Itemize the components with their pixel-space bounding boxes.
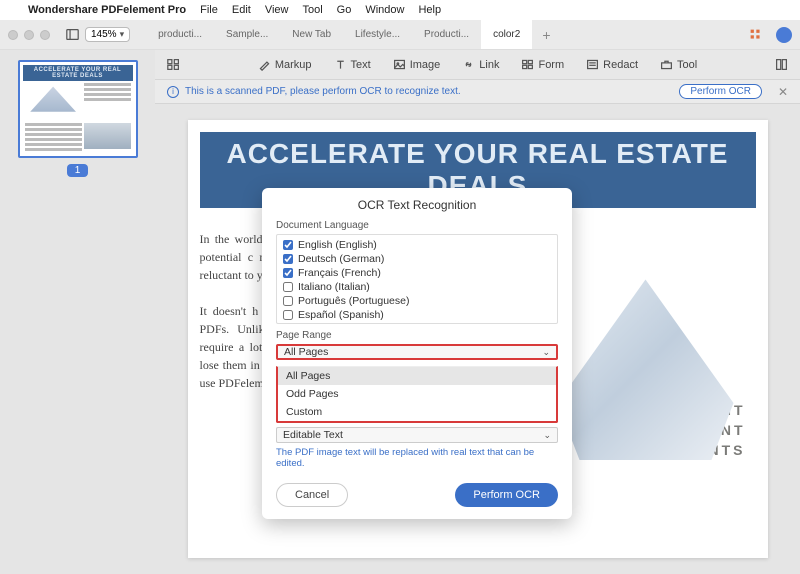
cb-italian[interactable] <box>283 282 293 292</box>
zoom-select[interactable]: 145%▾ <box>85 27 130 42</box>
tab-4[interactable]: Producti... <box>412 20 481 49</box>
cb-french[interactable] <box>283 268 293 278</box>
info-icon: i <box>167 86 179 98</box>
chevron-down-icon: ⌄ <box>542 347 550 358</box>
form-icon <box>521 58 534 71</box>
language-label: Document Language <box>276 220 558 231</box>
close-notice-button[interactable]: ✕ <box>778 85 788 99</box>
traffic-lights <box>8 30 50 40</box>
tool-tool[interactable]: Tool <box>660 58 697 71</box>
tool-image[interactable]: Image <box>393 58 441 71</box>
tab-2[interactable]: New Tab <box>280 20 343 49</box>
chevron-down-icon: ▾ <box>120 29 125 40</box>
app-name[interactable]: Wondershare PDFelement Pro <box>28 4 186 16</box>
menu-file[interactable]: File <box>200 4 218 16</box>
cancel-button[interactable]: Cancel <box>276 483 348 507</box>
output-type-select[interactable]: Editable Text ⌄ <box>276 427 558 443</box>
cb-spanish[interactable] <box>283 310 293 320</box>
lang-option-french[interactable]: Français (French) <box>283 266 551 280</box>
image-icon <box>393 58 406 71</box>
tool-redact[interactable]: Redact <box>586 58 638 71</box>
maximize-window-button[interactable] <box>40 30 50 40</box>
cb-portuguese[interactable] <box>283 296 293 306</box>
user-avatar[interactable] <box>776 27 792 43</box>
range-option-custom[interactable]: Custom <box>278 403 556 421</box>
app-grid-icon[interactable] <box>749 28 762 41</box>
thumbnail-sidebar: ACCELERATE YOUR REAL ESTATE DEALS 1 <box>0 50 155 574</box>
page-range-label: Page Range <box>276 330 558 341</box>
menu-edit[interactable]: Edit <box>232 4 251 16</box>
tool-markup[interactable]: Markup <box>258 58 312 71</box>
sidebar-toggle-icon[interactable] <box>66 28 79 41</box>
page-range-select[interactable]: All Pages ⌄ <box>276 344 558 360</box>
menu-view[interactable]: View <box>265 4 289 16</box>
lang-option-portuguese[interactable]: Português (Portuguese) <box>283 294 551 308</box>
perform-ocr-button[interactable]: Perform OCR <box>455 483 558 507</box>
cb-english[interactable] <box>283 240 293 250</box>
zoom-value: 145% <box>91 29 117 40</box>
macos-menubar: Wondershare PDFelement Pro File Edit Vie… <box>0 0 800 20</box>
tool-text[interactable]: Text <box>334 58 371 71</box>
chevron-down-icon: ⌄ <box>543 430 551 441</box>
page-range-value: All Pages <box>284 346 328 358</box>
output-note: The PDF image text will be replaced with… <box>276 447 558 469</box>
menu-tool[interactable]: Tool <box>302 4 322 16</box>
range-option-all[interactable]: All Pages <box>278 367 556 385</box>
toolbox-icon <box>660 58 673 71</box>
page-display-icon[interactable] <box>775 58 788 71</box>
tab-0[interactable]: producti... <box>146 20 214 49</box>
lang-option-italian[interactable]: Italiano (Italian) <box>283 280 551 294</box>
lang-option-spanish[interactable]: Español (Spanish) <box>283 308 551 322</box>
window-titlebar: 145%▾ producti... Sample... New Tab Life… <box>0 20 800 50</box>
ocr-notice-text: This is a scanned PDF, please perform OC… <box>185 86 461 97</box>
cb-german[interactable] <box>283 254 293 264</box>
menu-help[interactable]: Help <box>418 4 441 16</box>
thumb-hero-text: ACCELERATE YOUR REAL ESTATE DEALS <box>23 65 133 81</box>
dialog-title: OCR Text Recognition <box>276 198 558 212</box>
text-icon <box>334 58 347 71</box>
editor-toolbar: Markup Text Image Link Form Redact Tool <box>155 50 800 80</box>
range-option-odd[interactable]: Odd Pages <box>278 385 556 403</box>
language-listbox[interactable]: English (English) Deutsch (German) Franç… <box>276 234 558 324</box>
link-icon <box>462 58 475 71</box>
tab-5[interactable]: color2 <box>481 20 532 49</box>
tab-3[interactable]: Lifestyle... <box>343 20 412 49</box>
lang-option-english[interactable]: English (English) <box>283 238 551 252</box>
tab-1[interactable]: Sample... <box>214 20 280 49</box>
minimize-window-button[interactable] <box>24 30 34 40</box>
page-thumbnail-1[interactable]: ACCELERATE YOUR REAL ESTATE DEALS <box>18 60 138 158</box>
new-tab-button[interactable]: + <box>532 20 560 49</box>
window-frame: 145%▾ producti... Sample... New Tab Life… <box>0 20 800 574</box>
lang-option-german[interactable]: Deutsch (German) <box>283 252 551 266</box>
tool-form[interactable]: Form <box>521 58 564 71</box>
menu-window[interactable]: Window <box>365 4 404 16</box>
ocr-dialog: OCR Text Recognition Document Language E… <box>262 188 572 519</box>
thumbnails-view-icon[interactable] <box>167 58 180 71</box>
page-number-badge: 1 <box>67 164 89 177</box>
close-window-button[interactable] <box>8 30 18 40</box>
perform-ocr-bar-button[interactable]: Perform OCR <box>679 84 762 99</box>
output-type-value: Editable Text <box>283 429 343 441</box>
ocr-notice-bar: i This is a scanned PDF, please perform … <box>155 80 800 104</box>
document-tabs: producti... Sample... New Tab Lifestyle.… <box>146 20 743 49</box>
markup-icon <box>258 58 271 71</box>
page-range-dropdown: All Pages Odd Pages Custom <box>276 366 558 423</box>
redact-icon <box>586 58 599 71</box>
tool-link[interactable]: Link <box>462 58 499 71</box>
menu-go[interactable]: Go <box>337 4 352 16</box>
